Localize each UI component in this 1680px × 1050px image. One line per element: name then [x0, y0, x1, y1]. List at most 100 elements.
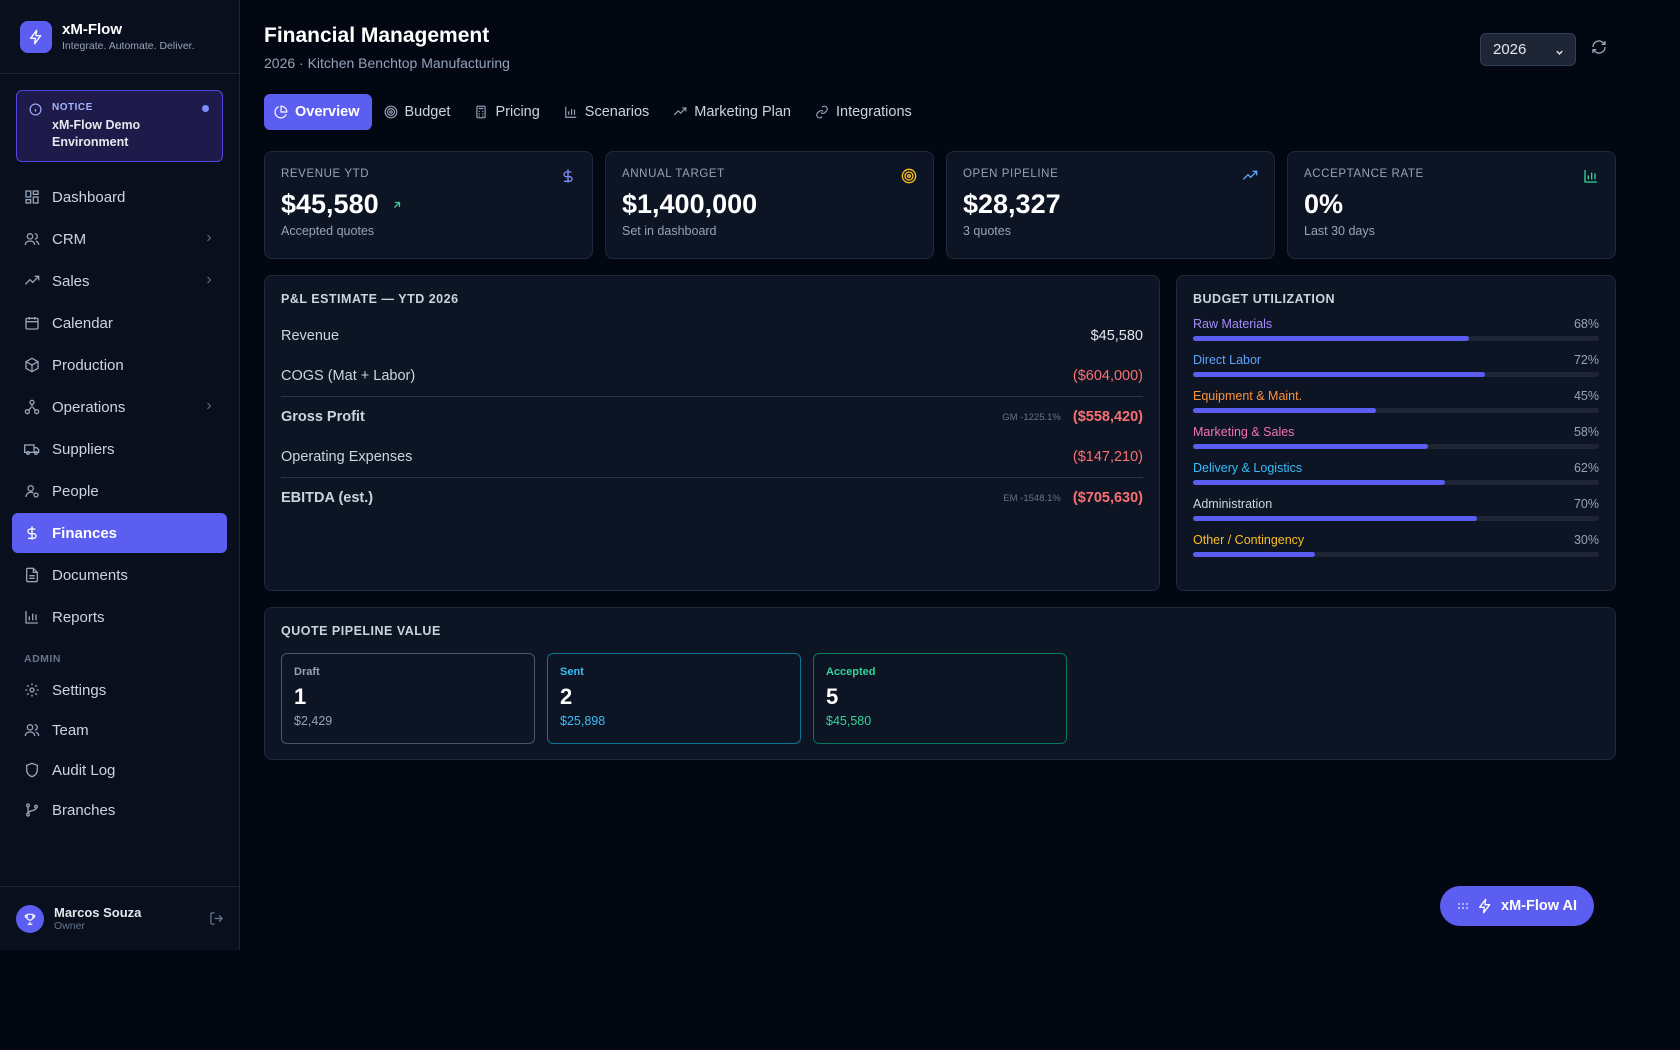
network-icon [24, 399, 40, 415]
kpi-value: 0% [1304, 189, 1344, 219]
user-name: Marcos Souza [54, 905, 142, 920]
sidebar-item-reports[interactable]: Reports [12, 597, 227, 637]
budget-progress-fill [1193, 372, 1486, 377]
sidebar-item-people[interactable]: People [12, 471, 227, 511]
budget-label: Marketing & Sales [1193, 425, 1295, 439]
refresh-icon[interactable] [1591, 39, 1607, 60]
truck-icon [24, 441, 40, 457]
tab-label: Marketing Plan [694, 104, 791, 120]
pipeline-stage-label: Draft [294, 666, 320, 678]
sidebar-item-finances[interactable]: Finances [12, 513, 227, 553]
budget-percent: 30% [1573, 533, 1599, 547]
budget-progress-track [1193, 516, 1599, 521]
pl-value: $45,580 [1090, 328, 1143, 344]
trending-up-icon [673, 105, 687, 119]
tab-integrations[interactable]: Integrations [805, 94, 924, 130]
tab-scenarios[interactable]: Scenarios [554, 94, 661, 130]
tab-budget[interactable]: Budget [374, 94, 463, 130]
budget-label: Equipment & Maint. [1193, 389, 1303, 403]
arrow-up-right-icon [391, 199, 403, 211]
pl-row-revenue: Revenue $45,580 [281, 316, 1143, 356]
sidebar-item-label: CRM [52, 230, 87, 248]
tab-label: Scenarios [584, 104, 650, 120]
sidebar-item-suppliers[interactable]: Suppliers [12, 429, 227, 469]
avatar [16, 904, 44, 933]
sidebar-nav: Dashboard CRM Sales Calendar Production … [12, 177, 227, 831]
sidebar-item-label: Documents [52, 566, 128, 584]
pipeline-stage-label: Accepted [826, 666, 876, 678]
pl-value: ($147,210) [1072, 449, 1143, 465]
pie-chart-icon [274, 105, 288, 119]
kpi-card-target: ANNUAL TARGET $1,400,000 Set in dashboar… [605, 151, 934, 259]
gear-icon [24, 682, 40, 698]
pl-value: ($705,630) [1072, 490, 1143, 506]
document-icon [24, 567, 40, 583]
budget-progress-track [1193, 480, 1599, 485]
tab-marketing-plan[interactable]: Marketing Plan [663, 94, 803, 130]
pipeline-stage-count: 2 [560, 684, 573, 709]
sidebar-item-label: Calendar [52, 314, 113, 332]
tab-overview[interactable]: Overview [264, 94, 372, 130]
budget-progress-fill [1193, 444, 1429, 449]
budget-progress-fill [1193, 480, 1445, 485]
sidebar-item-dashboard[interactable]: Dashboard [12, 177, 227, 217]
pipeline-stage-amount: $45,580 [826, 714, 872, 728]
ai-assistant-button[interactable]: xM-Flow AI [1440, 886, 1594, 926]
pl-label: COGS (Mat + Labor) [281, 368, 416, 384]
pipeline-stage-draft[interactable]: Draft 1 $2,429 [281, 653, 535, 744]
budget-progress-fill [1193, 408, 1376, 413]
target-icon [901, 168, 917, 189]
sidebar-item-production[interactable]: Production [12, 345, 227, 385]
budget-row: Administration 70% [1193, 497, 1599, 521]
logout-icon[interactable] [209, 911, 224, 931]
pipeline-title: QUOTE PIPELINE VALUE [281, 624, 441, 638]
pipeline-stage-sent[interactable]: Sent 2 $25,898 [547, 653, 801, 744]
tab-label: Overview [295, 104, 360, 120]
sidebar-item-sales[interactable]: Sales [12, 261, 227, 301]
kpi-card-revenue: REVENUE YTD $45,580 Accepted quotes [264, 151, 593, 259]
dashboard-icon [24, 189, 40, 205]
quote-pipeline-card: QUOTE PIPELINE VALUE Draft 1 $2,429 Sent… [264, 607, 1616, 760]
info-icon [29, 103, 42, 121]
sidebar-item-documents[interactable]: Documents [12, 555, 227, 595]
year-select[interactable]: 2026 [1480, 33, 1576, 66]
budget-percent: 72% [1573, 353, 1599, 367]
sidebar-item-branches[interactable]: Branches [12, 791, 227, 829]
pl-row-gross-profit: Gross Profit GM -1225.1% ($558,420) [281, 397, 1143, 437]
budget-percent: 68% [1573, 317, 1599, 331]
budget-label: Raw Materials [1193, 317, 1273, 331]
sidebar-item-team[interactable]: Team [12, 711, 227, 749]
sidebar-item-label: Finances [52, 524, 118, 542]
kpi-value: $45,580 [281, 189, 576, 220]
budget-percent: 58% [1573, 425, 1599, 439]
tab-pricing[interactable]: Pricing [464, 94, 551, 130]
tab-label: Pricing [495, 104, 540, 120]
lightning-icon [1477, 898, 1493, 914]
drag-handle-icon [1457, 902, 1469, 910]
trending-icon [24, 273, 40, 289]
brand[interactable]: xM-Flow Integrate. Automate. Deliver. [0, 0, 239, 74]
user-profile[interactable]: Marcos Souza Owner [0, 886, 240, 950]
sidebar: xM-Flow Integrate. Automate. Deliver. NO… [0, 0, 240, 950]
pipeline-stage-accepted[interactable]: Accepted 5 $45,580 [813, 653, 1067, 744]
sidebar-item-calendar[interactable]: Calendar [12, 303, 227, 343]
budget-title: BUDGET UTILIZATION [1193, 292, 1336, 306]
users-icon [24, 231, 40, 247]
kpi-label: ACCEPTANCE RATE [1304, 168, 1424, 180]
brand-name: xM-Flow [62, 20, 122, 38]
tab-label: Integrations [836, 104, 912, 120]
sidebar-item-operations[interactable]: Operations [12, 387, 227, 427]
budget-progress-track [1193, 336, 1599, 341]
kpi-card-pipeline: OPEN PIPELINE $28,327 3 quotes [946, 151, 1275, 259]
sidebar-item-crm[interactable]: CRM [12, 219, 227, 259]
budget-progress-track [1193, 552, 1599, 557]
page-title: Financial Management [264, 24, 490, 47]
sidebar-item-settings[interactable]: Settings [12, 671, 227, 709]
tab-bar: Overview Budget Pricing Scenarios Market… [264, 94, 926, 130]
budget-row: Other / Contingency 30% [1193, 533, 1599, 557]
sidebar-item-audit-log[interactable]: Audit Log [12, 751, 227, 789]
budget-percent: 45% [1573, 389, 1599, 403]
budget-row: Direct Labor 72% [1193, 353, 1599, 377]
kpi-value: $28,327 [963, 189, 1061, 219]
page-subtitle: 2026 · Kitchen Benchtop Manufacturing [264, 55, 510, 71]
